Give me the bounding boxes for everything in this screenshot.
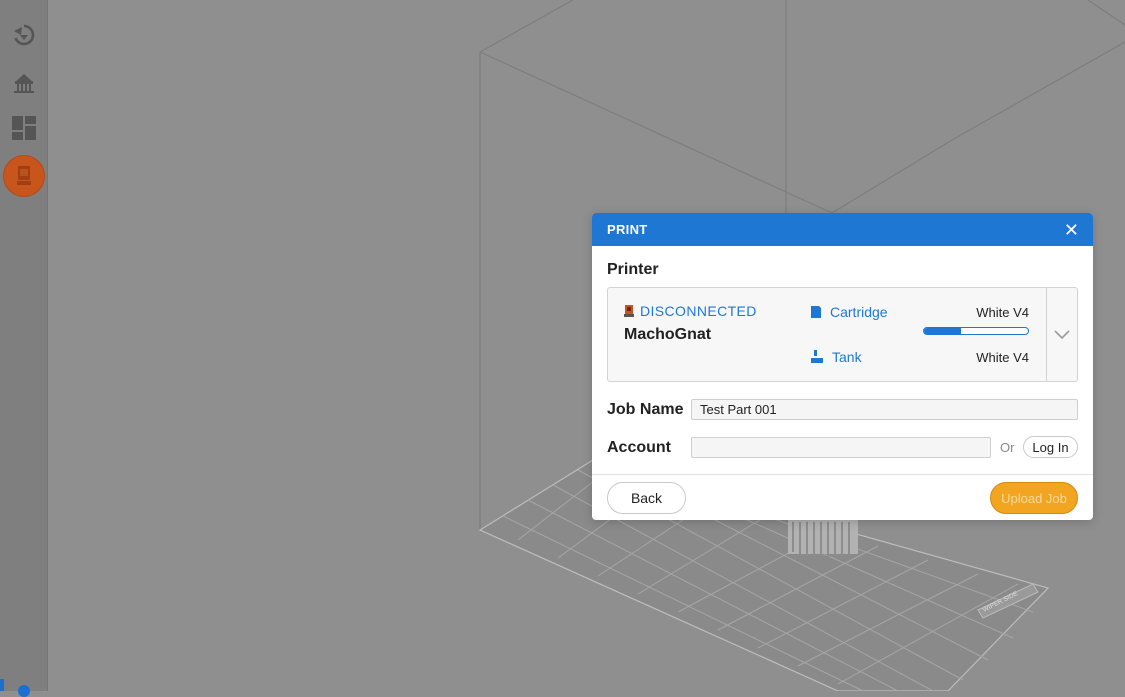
left-toolbar [0,0,48,697]
tank-label: Tank [832,349,862,365]
layout-tool-button[interactable] [4,108,44,148]
close-icon[interactable]: ✕ [1064,221,1079,239]
footer-divider [592,474,1093,475]
toolbar-edge-marker [0,679,4,691]
dialog-header: PRINT ✕ [592,213,1093,246]
printer-status-icon [624,305,634,317]
or-text: Or [1000,440,1015,455]
printer-section-label: Printer [607,261,659,278]
printer-status: DISCONNECTED [624,303,757,319]
tank-icon [811,350,823,363]
chevron-down-icon [1054,329,1070,339]
printer-dropdown-toggle[interactable] [1046,288,1078,381]
layout-icon [12,116,36,140]
account-input[interactable] [691,437,991,458]
supports-tool-button[interactable] [4,62,44,102]
job-name-input[interactable] [691,399,1078,420]
print-dialog: PRINT ✕ Printer DISCONNECTED MachoGnat C… [592,213,1093,520]
dialog-title: PRINT [607,222,648,237]
account-label: Account [607,439,671,456]
job-name-label: Job Name [607,401,684,418]
cartridge-icon [811,306,821,318]
model-part[interactable] [788,520,858,558]
orient-icon [14,24,35,46]
supports-icon [14,74,34,93]
tank-label-group: Tank [810,349,862,365]
cartridge-label-group: Cartridge [810,304,888,320]
back-button[interactable]: Back [607,482,686,514]
cartridge-level-fill [924,328,962,334]
login-button[interactable]: Log In [1023,436,1078,458]
cartridge-level-bar [923,327,1029,335]
printer-status-text: DISCONNECTED [640,303,757,319]
print-tool-button[interactable] [4,156,44,196]
printer-icon [17,166,31,185]
upload-job-button[interactable]: Upload Job [990,482,1078,514]
tank-value: White V4 [976,350,1029,365]
toolbar-bottom-indicator [18,685,30,697]
printer-name: MachoGnat [624,326,712,343]
cartridge-label: Cartridge [830,304,888,320]
cartridge-value: White V4 [976,305,1029,320]
printer-selector[interactable]: DISCONNECTED MachoGnat Cartridge White V… [607,287,1078,382]
orient-tool-button[interactable] [4,15,44,55]
